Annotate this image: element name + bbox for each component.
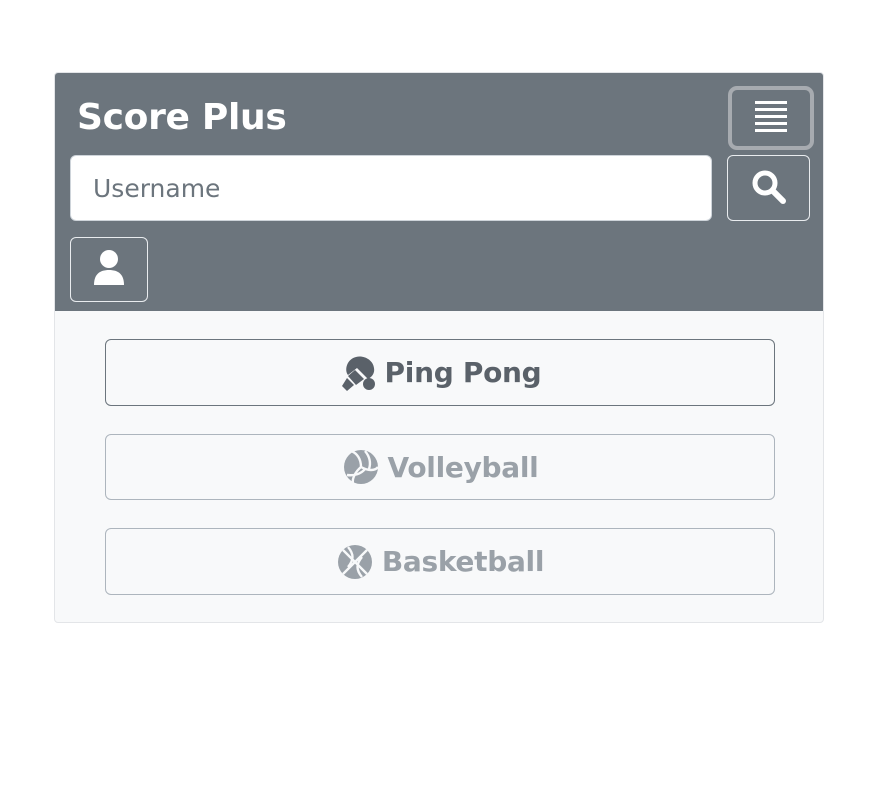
username-search-input[interactable] [70,155,712,221]
app-card: Score Plus Username Ping Pong Volleyball… [54,72,824,623]
user-profile-button[interactable] [70,237,148,302]
ping-pong-icon [339,354,377,392]
sport-label: Basketball [381,545,545,578]
search-icon [751,169,787,208]
menu-toggle-button[interactable] [728,86,814,150]
sport-button-volleyball[interactable]: Volleyball [105,434,775,500]
menu-icon [754,99,788,138]
basketball-icon [336,543,374,581]
brand-title[interactable]: Score Plus [77,97,287,138]
sport-button-ping-pong[interactable]: Ping Pong [105,339,775,406]
volleyball-icon [342,448,380,486]
search-button[interactable] [727,155,810,221]
sport-label: Ping Pong [384,356,542,389]
sport-label: Volleyball [387,450,539,484]
user-icon [92,249,126,290]
navbar: Score Plus [55,73,823,311]
sport-button-basketball[interactable]: Basketball [105,528,775,595]
